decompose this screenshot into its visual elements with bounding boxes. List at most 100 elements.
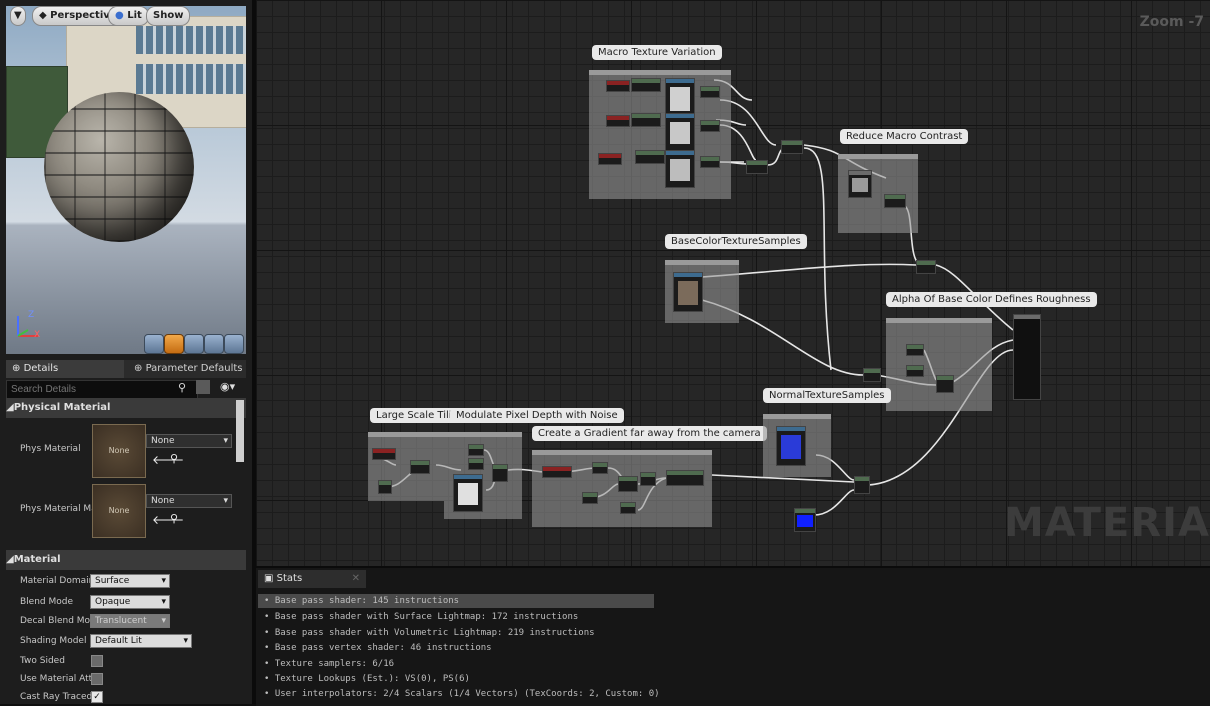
- texture-sample-node[interactable]: [453, 474, 483, 512]
- collapse-arrow-icon: ◢: [6, 554, 14, 565]
- graph-node[interactable]: [631, 113, 661, 127]
- graph-node[interactable]: [666, 470, 704, 486]
- graph-node[interactable]: [884, 194, 906, 208]
- preview-cube-button[interactable]: [204, 334, 224, 354]
- stat-line[interactable]: • User interpolators: 2/4 Scalars (1/4 V…: [264, 689, 660, 699]
- graph-node[interactable]: [410, 460, 430, 474]
- graph-node[interactable]: [378, 480, 392, 494]
- shading-model-dropdown[interactable]: Default Lit ▾: [90, 634, 192, 648]
- use-selected-arrow-icon[interactable]: 🡐: [152, 452, 184, 467]
- lit-button[interactable]: ● Lit: [108, 6, 149, 26]
- stat-line[interactable]: • Base pass shader with Volumetric Light…: [264, 628, 595, 638]
- material-domain-dropdown[interactable]: Surface ▾: [90, 574, 170, 588]
- comment-title-macro[interactable]: Macro Texture Variation: [592, 45, 722, 60]
- section-material[interactable]: ◢Material: [6, 550, 246, 570]
- use-selected-arrow-icon[interactable]: 🡐: [152, 512, 184, 527]
- graph-node[interactable]: [582, 492, 598, 504]
- phys-material-combo[interactable]: None ▾: [146, 434, 232, 448]
- stat-line[interactable]: • Base pass shader with Surface Lightmap…: [264, 612, 578, 622]
- graph-node[interactable]: [640, 472, 656, 486]
- graph-node[interactable]: [936, 375, 954, 393]
- graph-node[interactable]: [631, 78, 661, 92]
- browse-search-icon[interactable]: ⚲: [170, 512, 178, 525]
- graph-node[interactable]: [863, 368, 881, 382]
- graph-node[interactable]: [906, 365, 924, 377]
- texture-sample-node[interactable]: [665, 113, 695, 151]
- graph-node[interactable]: [916, 260, 936, 274]
- phys-material-mask-combo[interactable]: None ▾: [146, 494, 232, 508]
- stat-line[interactable]: • Texture Lookups (Est.): VS(0), PS(6): [264, 674, 470, 684]
- details-scrollbar[interactable]: [236, 400, 244, 462]
- lit-label: Lit: [127, 10, 142, 21]
- graph-node[interactable]: [606, 80, 630, 92]
- comment-title-normal[interactable]: NormalTextureSamples: [763, 388, 891, 403]
- graph-node[interactable]: [700, 86, 720, 98]
- shading-model-value: Default Lit: [95, 636, 142, 646]
- graph-node[interactable]: [468, 458, 484, 470]
- graph-node[interactable]: [848, 170, 872, 198]
- comment-title-gradient[interactable]: Create a Gradient far away from the came…: [532, 426, 767, 441]
- cast-ray-traced-checkbox[interactable]: ✓: [91, 691, 103, 703]
- browse-search-icon[interactable]: ⚲: [170, 452, 178, 465]
- graph-node[interactable]: [635, 150, 665, 164]
- graph-node[interactable]: [854, 476, 870, 494]
- stat-line[interactable]: • Base pass shader: 145 instructions: [264, 596, 459, 606]
- graph-node[interactable]: [618, 476, 638, 492]
- close-icon[interactable]: ✕: [352, 570, 360, 588]
- decal-blend-mode-dropdown[interactable]: Translucent ▾: [90, 614, 170, 628]
- preview-cylinder-button[interactable]: [144, 334, 164, 354]
- preview-mesh-button[interactable]: [224, 334, 244, 354]
- material-result-node[interactable]: [1013, 314, 1041, 400]
- material-graph-canvas[interactable]: Zoom -7 MATERIAL Macro Text: [256, 0, 1210, 566]
- graph-node[interactable]: [606, 115, 630, 127]
- tab-parameter-defaults[interactable]: ⊕ Parameter Defaults: [128, 360, 246, 378]
- phys-material-thumbnail[interactable]: None: [92, 424, 146, 478]
- comment-alpha-roughness[interactable]: [886, 318, 992, 411]
- comment-title-reduce[interactable]: Reduce Macro Contrast: [840, 129, 969, 144]
- search-icon[interactable]: ⚲: [178, 381, 186, 394]
- details-tab-icon: ⊕: [12, 363, 24, 374]
- show-button[interactable]: Show: [146, 6, 191, 26]
- eye-icon[interactable]: ◉▾: [220, 380, 235, 393]
- chevron-down-icon: ▾: [223, 436, 228, 446]
- graph-node[interactable]: [906, 344, 924, 356]
- chevron-down-icon: ▾: [223, 496, 228, 506]
- graph-node[interactable]: [598, 153, 622, 165]
- section-physical-material[interactable]: ◢Physical Material: [6, 398, 246, 418]
- graph-node[interactable]: [492, 464, 508, 482]
- blend-mode-dropdown[interactable]: Opaque ▾: [90, 595, 170, 609]
- two-sided-checkbox[interactable]: [91, 655, 103, 667]
- comment-title-modulate[interactable]: Modulate Pixel Depth with Noise: [450, 408, 624, 423]
- chevron-down-icon: ▾: [161, 576, 166, 586]
- stat-line[interactable]: • Base pass vertex shader: 46 instructio…: [264, 643, 492, 653]
- comment-title-alpha[interactable]: Alpha Of Base Color Defines Roughness: [886, 292, 1097, 307]
- preview-sphere-button[interactable]: [164, 334, 184, 354]
- viewport-menu-button[interactable]: ▼: [10, 6, 26, 26]
- preview-plane-button[interactable]: [184, 334, 204, 354]
- phys-material-mask-thumbnail[interactable]: None: [92, 484, 146, 538]
- graph-node[interactable]: [372, 448, 396, 460]
- graph-node[interactable]: [700, 120, 720, 132]
- texture-sample-node[interactable]: [673, 272, 703, 312]
- constant-vector-node[interactable]: [794, 508, 816, 532]
- texture-sample-node[interactable]: [665, 78, 695, 118]
- graph-node[interactable]: [468, 444, 484, 456]
- axis-z-label: Z: [28, 310, 35, 320]
- texture-sample-node[interactable]: [776, 426, 806, 466]
- search-details-input[interactable]: [6, 380, 198, 399]
- graph-node[interactable]: [700, 156, 720, 168]
- comment-title-basecolor[interactable]: BaseColorTextureSamples: [665, 234, 807, 249]
- graph-node[interactable]: [620, 502, 636, 514]
- tab-details[interactable]: ⊕ Details: [6, 360, 124, 378]
- material-preview-viewport[interactable]: Z X: [6, 6, 246, 354]
- axis-gizmo: Z X: [12, 310, 42, 340]
- view-options-icon[interactable]: [196, 380, 210, 394]
- graph-node[interactable]: [746, 160, 768, 174]
- stat-line[interactable]: • Texture samplers: 6/16: [264, 659, 394, 669]
- graph-node[interactable]: [542, 466, 572, 478]
- tab-stats[interactable]: ▣ Stats ✕: [258, 570, 366, 588]
- graph-node[interactable]: [592, 462, 608, 474]
- use-material-attributes-checkbox[interactable]: [91, 673, 103, 685]
- graph-node[interactable]: [781, 140, 803, 154]
- texture-sample-node[interactable]: [665, 150, 695, 188]
